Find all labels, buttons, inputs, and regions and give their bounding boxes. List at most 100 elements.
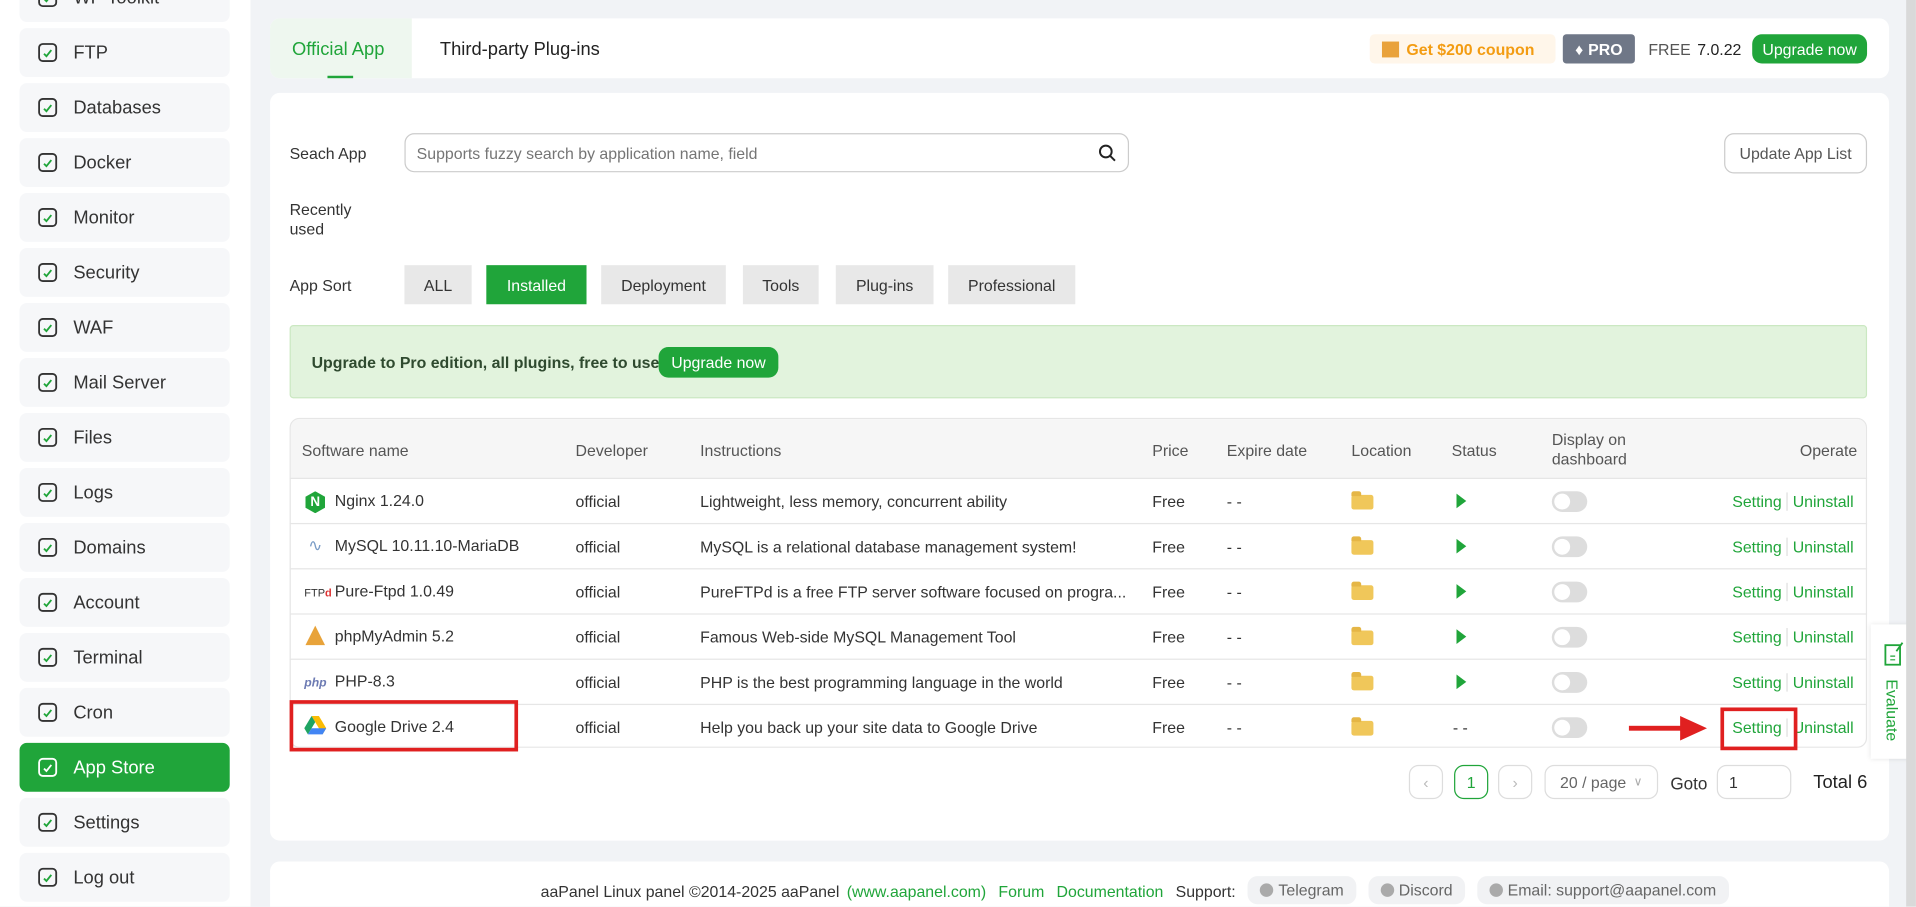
pro-badge[interactable]: ♦PRO — [1563, 34, 1635, 63]
search-box[interactable] — [404, 133, 1129, 172]
per-page-select[interactable]: 20 / page∨ — [1544, 765, 1658, 799]
software-name: MySQL 10.11.10-MariaDB — [335, 536, 520, 554]
mysql-icon: ∿ — [304, 535, 326, 557]
dashboard-toggle[interactable] — [1552, 582, 1587, 603]
expire-date: - - — [1227, 718, 1242, 736]
sort-professional[interactable]: Professional — [948, 265, 1075, 304]
header-status: Status — [1452, 441, 1497, 459]
search-input[interactable] — [406, 134, 1066, 171]
upgrade-banner: Upgrade to Pro edition, all plugins, fre… — [290, 325, 1867, 398]
dashboard-toggle[interactable] — [1552, 627, 1587, 648]
page-1-button[interactable]: 1 — [1454, 765, 1488, 799]
uninstall-link[interactable]: Uninstall — [1789, 538, 1857, 556]
sort-plugins[interactable]: Plug-ins — [836, 265, 934, 304]
sidebar-item-domains[interactable]: Domains — [20, 523, 230, 572]
upgrade-now-button[interactable]: Upgrade now — [1752, 34, 1867, 63]
folder-icon[interactable] — [1351, 540, 1373, 555]
folder-icon[interactable] — [1351, 585, 1373, 600]
next-page-button[interactable]: › — [1498, 765, 1532, 799]
sidebar-item-logs[interactable]: Logs — [20, 468, 230, 517]
sort-deployment[interactable]: Deployment — [601, 265, 726, 304]
scrollbar[interactable] — [1906, 0, 1916, 907]
sidebar-item-label: Settings — [73, 812, 139, 833]
setting-link[interactable]: Setting — [1729, 628, 1786, 646]
dashboard-toggle[interactable] — [1552, 536, 1587, 557]
status-text: - - — [1453, 718, 1468, 736]
sidebar-item-monitor[interactable]: Monitor — [20, 193, 230, 242]
sort-installed[interactable]: Installed — [486, 265, 586, 304]
sidebar-item-app-store[interactable]: App Store — [20, 743, 230, 792]
folder-icon[interactable] — [1351, 495, 1373, 510]
ftp-icon — [37, 42, 59, 64]
folder-icon[interactable] — [1351, 721, 1373, 736]
search-icon[interactable] — [1098, 144, 1116, 162]
sidebar-item-terminal[interactable]: Terminal — [20, 633, 230, 682]
update-app-list-button[interactable]: Update App List — [1724, 133, 1867, 173]
user-icon — [37, 591, 59, 613]
table-row: phpMyAdmin 5.2 official Famous Web-side … — [290, 613, 1867, 658]
folder-icon[interactable] — [1351, 631, 1373, 646]
expire-date: - - — [1227, 673, 1242, 691]
annotation-arrow-icon — [1629, 716, 1707, 740]
tab-underline — [327, 76, 353, 78]
footer-docs-link[interactable]: Documentation — [1057, 876, 1164, 900]
sidebar-item-log-out[interactable]: Log out — [20, 853, 230, 902]
uninstall-link[interactable]: Uninstall — [1789, 718, 1857, 736]
uninstall-link[interactable]: Uninstall — [1789, 673, 1857, 691]
sidebar-item-files[interactable]: Files — [20, 413, 230, 462]
sidebar-item-wp-toolkit[interactable]: WP Toolkit — [20, 0, 230, 22]
running-status-icon[interactable] — [1457, 629, 1467, 644]
sidebar-item-docker[interactable]: Docker — [20, 138, 230, 187]
sidebar-item-cron[interactable]: Cron — [20, 688, 230, 737]
setting-link[interactable]: Setting — [1729, 583, 1786, 601]
running-status-icon[interactable] — [1457, 674, 1467, 689]
tab-label: Official App — [292, 39, 384, 60]
discord-link[interactable]: Discord — [1368, 876, 1465, 904]
folder-icon[interactable] — [1351, 676, 1373, 691]
setting-link[interactable]: Setting — [1729, 673, 1786, 691]
running-status-icon[interactable] — [1457, 584, 1467, 599]
footer-site-link[interactable]: (www.aapanel.com) — [847, 876, 986, 900]
dashboard-toggle[interactable] — [1552, 491, 1587, 512]
footer-forum-link[interactable]: Forum — [998, 876, 1044, 900]
expire-date: - - — [1227, 583, 1242, 601]
databases-icon — [37, 97, 59, 119]
sidebar-item-settings[interactable]: Settings — [20, 798, 230, 847]
sort-all[interactable]: ALL — [404, 265, 471, 304]
uninstall-link[interactable]: Uninstall — [1789, 492, 1857, 510]
sort-tools[interactable]: Tools — [743, 265, 819, 304]
running-status-icon[interactable] — [1457, 494, 1467, 509]
dashboard-toggle[interactable] — [1552, 672, 1587, 693]
setting-link[interactable]: Setting — [1729, 492, 1786, 510]
tab-third-party[interactable]: Third-party Plug-ins — [440, 39, 600, 60]
sidebar-item-account[interactable]: Account — [20, 578, 230, 627]
sidebar-item-mail-server[interactable]: Mail Server — [20, 358, 230, 407]
coupon-button[interactable]: Get $200 coupon — [1370, 34, 1556, 63]
sidebar-item-databases[interactable]: Databases — [20, 83, 230, 132]
operate-links: SettingUninstall — [1729, 492, 1858, 510]
setting-link[interactable]: Setting — [1729, 538, 1786, 556]
software-name: phpMyAdmin 5.2 — [335, 627, 454, 645]
goto-input[interactable]: 1 — [1717, 765, 1792, 799]
uninstall-link[interactable]: Uninstall — [1789, 628, 1857, 646]
banner-upgrade-button[interactable]: Upgrade now — [659, 347, 779, 378]
sidebar-item-security[interactable]: Security — [20, 248, 230, 297]
telegram-link[interactable]: Telegram — [1248, 876, 1356, 904]
gear-icon — [37, 811, 59, 833]
operate-links: SettingUninstall — [1729, 628, 1858, 646]
running-status-icon[interactable] — [1457, 539, 1467, 554]
ftp-icon: FTPd — [304, 580, 326, 602]
discord-icon — [1380, 883, 1393, 896]
prev-page-button[interactable]: ‹ — [1409, 765, 1443, 799]
uninstall-link[interactable]: Uninstall — [1789, 583, 1857, 601]
sidebar-item-ftp[interactable]: FTP — [20, 28, 230, 77]
footer-copyright: aaPanel Linux panel ©2014-2025 aaPanel — [541, 876, 840, 900]
tab-official-app[interactable]: Official App — [270, 18, 412, 78]
nginx-icon: N — [304, 490, 326, 513]
dashboard-toggle[interactable] — [1552, 717, 1587, 738]
sidebar-item-waf[interactable]: WAF — [20, 303, 230, 352]
search-label: Seach App — [290, 144, 367, 162]
sidebar-item-label: App Store — [73, 757, 155, 778]
email-link[interactable]: Email: support@aapanel.com — [1477, 876, 1728, 904]
instructions: Lightweight, less memory, concurrent abi… — [700, 492, 1007, 510]
